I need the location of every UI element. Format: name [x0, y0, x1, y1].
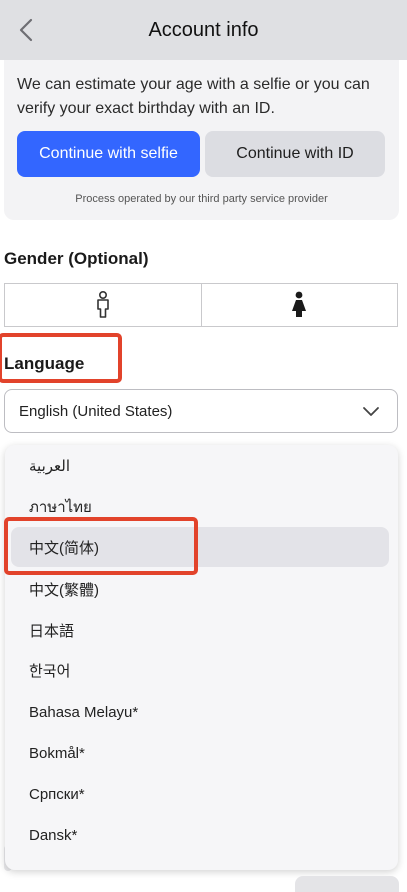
language-option[interactable]: Српски* [11, 774, 389, 814]
continue-with-id-button[interactable]: Continue with ID [205, 131, 385, 177]
age-description: We can estimate your age with a selfie o… [17, 76, 370, 117]
male-outline-icon [96, 291, 109, 318]
language-option[interactable]: Bokmål* [11, 733, 389, 773]
gender-selector [4, 283, 398, 327]
language-option[interactable]: العربية [11, 446, 389, 486]
language-option[interactable]: 한국어 [11, 650, 389, 690]
language-option[interactable]: 中文(繁體) [11, 569, 389, 609]
language-select[interactable]: English (United States) [4, 389, 398, 433]
gender-label: Gender (Optional) [4, 249, 149, 268]
language-option[interactable]: Dansk* [11, 815, 389, 855]
language-label-highlight [0, 333, 122, 383]
provider-note: Process operated by our third party serv… [75, 193, 328, 205]
language-selected-value: English (United States) [19, 402, 173, 420]
female-filled-icon [292, 291, 307, 317]
language-option-highlight [4, 517, 198, 575]
bottom-button-edge [295, 876, 399, 892]
gender-option-male[interactable] [5, 284, 201, 326]
page-title: Account info [148, 18, 259, 41]
language-option[interactable]: Bahasa Melayu* [11, 692, 389, 732]
chevron-left-icon [19, 18, 33, 42]
back-button[interactable] [10, 14, 42, 46]
language-option[interactable]: 日本語 [11, 610, 389, 650]
header-bar: Account info [0, 0, 407, 60]
age-verification-card: We can estimate your age with a selfie o… [4, 60, 399, 220]
chevron-down-icon [363, 407, 379, 416]
language-dropdown-list: العربية ภาษาไทย 中文(简体) 中文(繁體) 日本語 한국어 Ba… [5, 445, 398, 870]
continue-with-selfie-button[interactable]: Continue with selfie [17, 131, 200, 177]
gender-option-female[interactable] [200, 284, 398, 326]
